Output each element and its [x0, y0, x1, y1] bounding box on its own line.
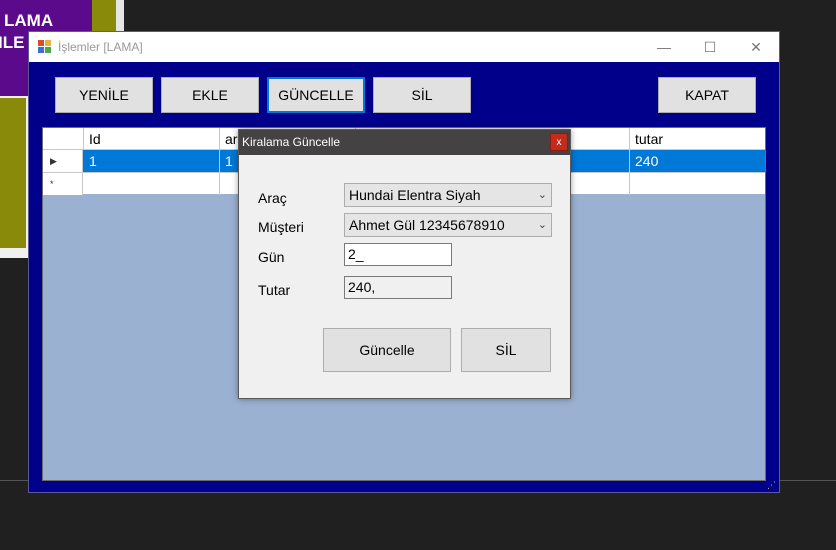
tutar-label: Tutar: [258, 282, 291, 298]
kiralama-guncelle-dialog: Kiralama Güncelle x Araç Hundai Elentra …: [238, 129, 571, 399]
window-titlebar[interactable]: İşlemler [LAMA] — ☐ ✕: [29, 32, 779, 62]
minimize-button[interactable]: —: [641, 32, 687, 62]
dialog-close-button[interactable]: x: [550, 133, 568, 151]
delete-button[interactable]: SİL: [373, 77, 471, 113]
window-title: İşlemler [LAMA]: [58, 40, 143, 54]
app-icon: [38, 40, 52, 54]
cell-tutar[interactable]: 240: [630, 150, 766, 172]
cell-id[interactable]: [84, 173, 220, 195]
gun-field[interactable]: 2_: [344, 243, 452, 266]
cell-tutar[interactable]: [630, 173, 766, 195]
close-button[interactable]: ✕: [733, 32, 779, 62]
background-banner-line1: LAMA: [4, 11, 54, 30]
dialog-delete-button[interactable]: SİL: [461, 328, 551, 372]
background-stripe: [116, 0, 124, 32]
dialog-title: Kiralama Güncelle: [242, 135, 341, 149]
add-button[interactable]: EKLE: [161, 77, 259, 113]
arac-select[interactable]: Hundai Elentra Siyah ⌄: [344, 183, 552, 207]
close-form-button[interactable]: KAPAT: [658, 77, 756, 113]
chevron-down-icon: ⌄: [537, 189, 547, 201]
background-panel-top: [92, 0, 116, 32]
tutar-field[interactable]: 240,: [344, 276, 452, 299]
dialog-update-button[interactable]: Güncelle: [323, 328, 451, 372]
column-header-id[interactable]: Id: [84, 128, 220, 150]
resize-grip-icon[interactable]: ⋰: [767, 480, 777, 490]
column-header-tutar[interactable]: tutar: [630, 128, 766, 150]
musteri-label: Müşteri: [258, 219, 304, 235]
arac-select-value: Hundai Elentra Siyah: [349, 187, 481, 203]
maximize-button[interactable]: ☐: [687, 32, 733, 62]
cell-id[interactable]: 1: [84, 150, 220, 172]
musteri-select[interactable]: Ahmet Gül 12345678910 ⌄: [344, 213, 552, 237]
row-selector[interactable]: ▶: [43, 150, 83, 172]
musteri-select-value: Ahmet Gül 12345678910: [349, 217, 505, 233]
background-panel: [0, 98, 26, 248]
grid-corner: [43, 128, 84, 150]
new-row-selector[interactable]: *: [43, 173, 83, 195]
chevron-down-icon: ⌄: [537, 219, 547, 231]
dialog-titlebar[interactable]: Kiralama Güncelle x: [239, 130, 570, 155]
gun-label: Gün: [258, 249, 285, 265]
arac-label: Araç: [258, 190, 287, 206]
update-button[interactable]: GÜNCELLE: [267, 77, 365, 113]
refresh-button[interactable]: YENİLE: [55, 77, 153, 113]
